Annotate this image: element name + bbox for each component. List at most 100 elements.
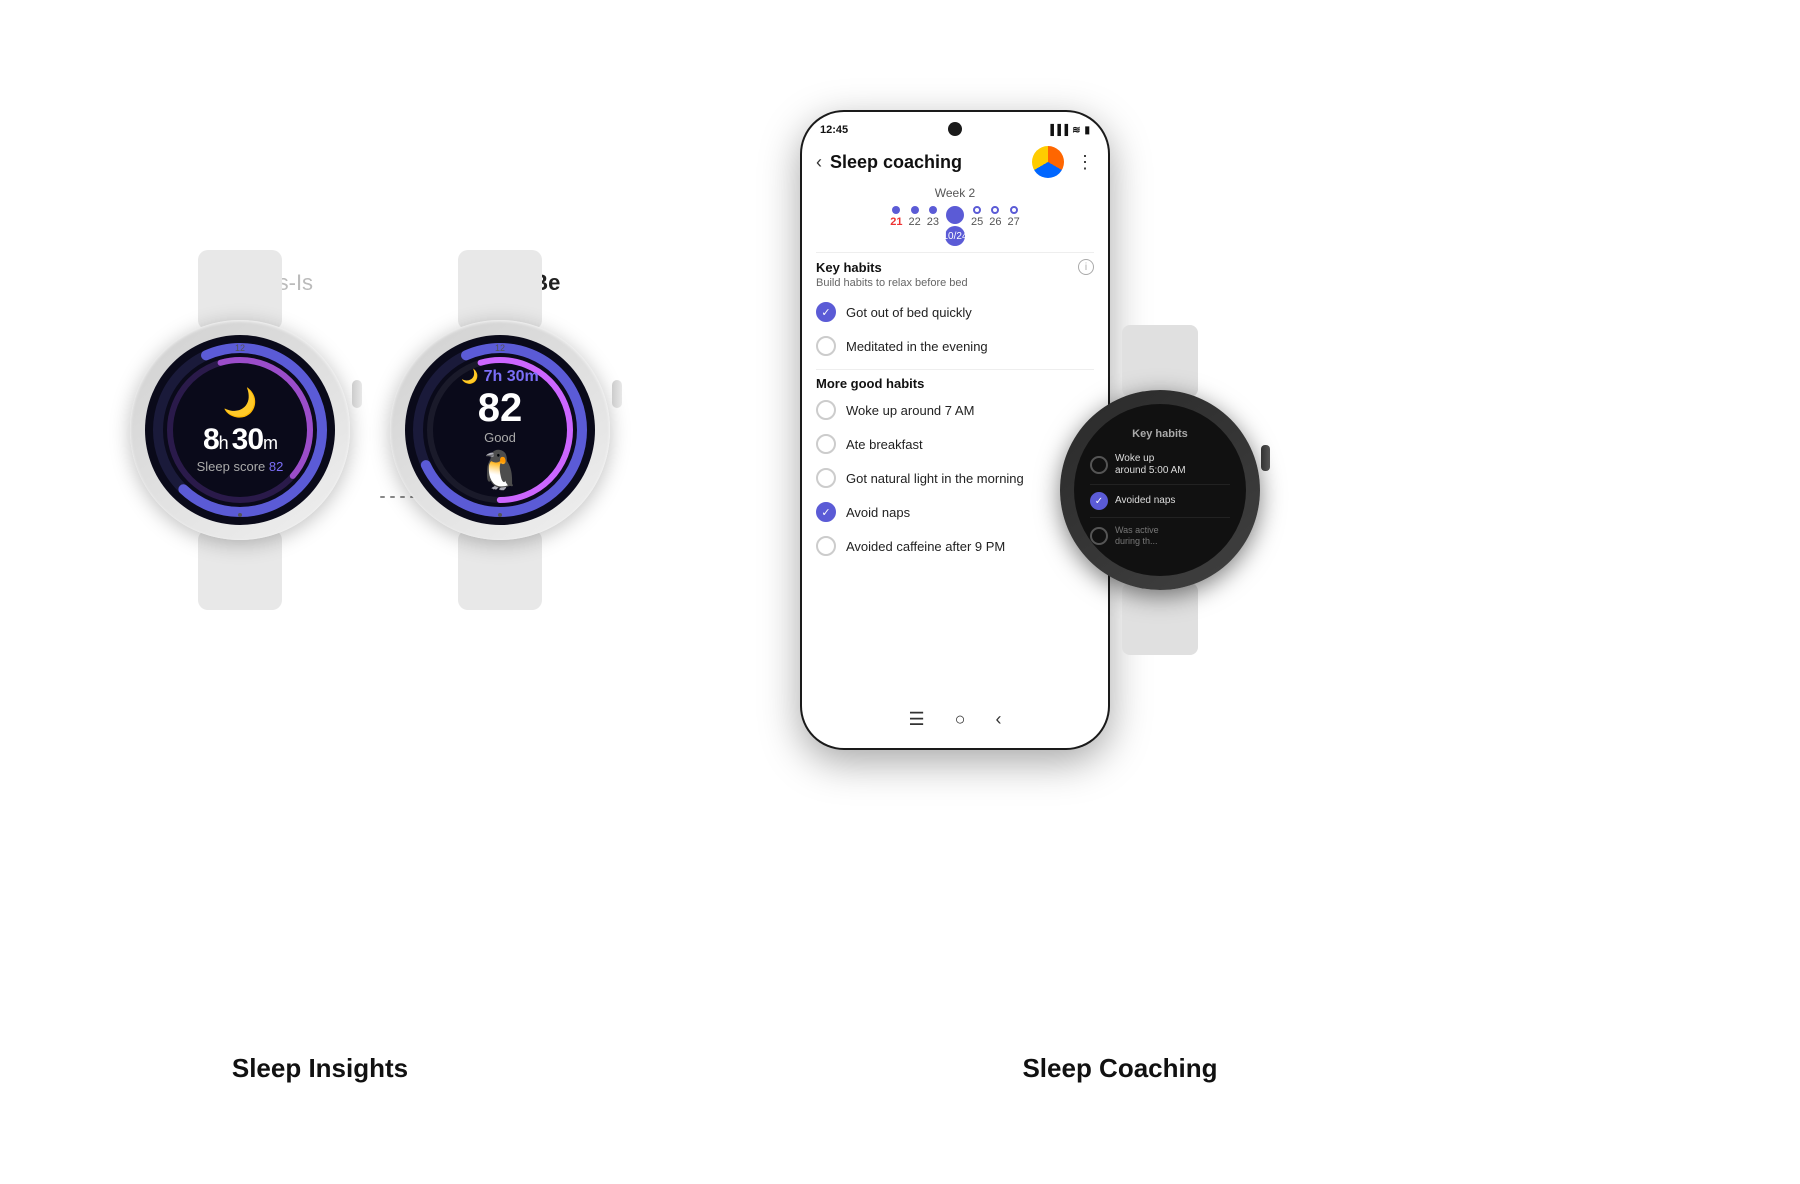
- watch-face-2: 12 🌙 7h 30m 82 Good 🐧: [405, 335, 595, 525]
- moon-icon: 🌙: [197, 386, 284, 419]
- strap-top: [198, 250, 282, 330]
- key-habits-sub: Build habits to relax before bed: [802, 277, 1108, 295]
- day-dot-selected: [946, 206, 964, 224]
- more-button[interactable]: ⋮: [1076, 152, 1094, 173]
- watch-dark-case: Key habits Woke uparound 5:00 AM ✓ Avoid…: [1060, 390, 1260, 590]
- habit-check-m1[interactable]: [816, 400, 836, 420]
- habit-text-m5: Avoided caffeine after 9 PM: [846, 539, 1005, 554]
- day-num-selected: 10/24: [945, 226, 965, 246]
- day-dot-empty: [1010, 206, 1018, 214]
- sleep-score: Sleep score 82: [197, 459, 284, 474]
- info-icon[interactable]: i: [1078, 259, 1094, 275]
- strap-bottom: [198, 530, 282, 610]
- dark-strap-bottom: [1122, 583, 1198, 655]
- wifi-icon: ≋: [1072, 125, 1080, 136]
- day-num: 23: [927, 216, 939, 228]
- habit-row: ✓ Got out of bed quickly: [802, 295, 1108, 329]
- watch-check-1: [1090, 456, 1108, 474]
- watch2-duration: 7h 30m: [484, 368, 539, 386]
- day-num: 21: [890, 216, 902, 228]
- divider-2: [816, 369, 1094, 370]
- score-value: 82: [269, 459, 283, 474]
- strap-bottom-2: [458, 530, 542, 610]
- key-habits-title: Key habits: [816, 260, 882, 275]
- sleep-time: 8h 30m: [197, 423, 284, 457]
- week-label: Week 2: [802, 186, 1108, 200]
- nav-menu-icon[interactable]: ☰: [908, 709, 924, 730]
- habit-check-m3[interactable]: [816, 468, 836, 488]
- day-dot: [892, 206, 900, 214]
- habit-text-m4: Avoid naps: [846, 505, 910, 520]
- twelve-mark-2: 12: [495, 343, 505, 353]
- day-22[interactable]: 22: [909, 206, 921, 246]
- penguin-icon: 🐧: [461, 449, 539, 493]
- habit-check-1[interactable]: ✓: [816, 302, 836, 322]
- twelve-mark: 12: [235, 343, 245, 353]
- watch-dark: Key habits Woke uparound 5:00 AM ✓ Avoid…: [1060, 390, 1260, 590]
- duration-row: 🌙 7h 30m: [461, 368, 539, 386]
- watch-face: 12 🌙 8h 30m Sleep score 82: [145, 335, 335, 525]
- watch-habit-3: Was activeduring th...: [1090, 520, 1230, 552]
- watch-divider: [1090, 484, 1230, 485]
- day-num: 22: [909, 216, 921, 228]
- week-dots: 21 22 23 10/24 25: [802, 206, 1108, 246]
- day-num: 26: [989, 216, 1001, 228]
- watch-asis: 12 🌙 8h 30m Sleep score 82: [130, 320, 350, 540]
- strap-top-2: [458, 250, 542, 330]
- habit-text-m2: Ate breakfast: [846, 437, 923, 452]
- day-24[interactable]: 10/24: [945, 206, 965, 246]
- watch-habit-text-3: Was activeduring th...: [1115, 525, 1159, 547]
- nav-back-icon[interactable]: ‹: [996, 709, 1002, 730]
- watch-check-3: [1090, 527, 1108, 545]
- habit-check-m4[interactable]: ✓: [816, 502, 836, 522]
- dark-strap-top: [1122, 325, 1198, 397]
- nav-bar: ☰ ○ ‹: [802, 703, 1108, 736]
- bottom-dot: [238, 513, 242, 517]
- phone-notch: [948, 122, 962, 136]
- day-dot: [929, 206, 937, 214]
- status-icons: ▐▐▐ ≋ ▮: [1047, 125, 1090, 136]
- watch-crown-2: [612, 380, 622, 408]
- phone-title: Sleep coaching: [830, 152, 1024, 173]
- habit-text-m3: Got natural light in the morning: [846, 471, 1024, 486]
- day-dot-empty: [973, 206, 981, 214]
- habit-check-m2[interactable]: [816, 434, 836, 454]
- bottom-dot-2: [498, 513, 502, 517]
- day-26[interactable]: 26: [989, 206, 1001, 246]
- habit-text-1: Got out of bed quickly: [846, 305, 972, 320]
- watch-habit-text-2: Avoided naps: [1115, 495, 1175, 507]
- signal-icon: ▐▐▐: [1047, 125, 1068, 136]
- moon-icon-2: 🌙: [461, 368, 478, 385]
- watch-check-2: ✓: [1090, 492, 1108, 510]
- app-logo: [1032, 146, 1064, 178]
- arrow-dot: [380, 496, 385, 498]
- watch-dark-face: Key habits Woke uparound 5:00 AM ✓ Avoid…: [1074, 404, 1246, 576]
- back-button[interactable]: ‹: [816, 152, 822, 173]
- day-21[interactable]: 21: [890, 206, 902, 246]
- watch2-score: 82: [461, 388, 539, 428]
- sleep-insights-label: Sleep Insights: [80, 1053, 560, 1084]
- phone-header: ‹ Sleep coaching ⋮: [802, 140, 1108, 186]
- status-time: 12:45: [820, 124, 848, 136]
- habit-row: Meditated in the evening: [802, 329, 1108, 363]
- day-27[interactable]: 27: [1008, 206, 1020, 246]
- habit-text-m1: Woke up around 7 AM: [846, 403, 974, 418]
- divider: [816, 252, 1094, 253]
- watch-habits-title: Key habits: [1090, 428, 1230, 440]
- battery-icon: ▮: [1084, 125, 1090, 136]
- day-23[interactable]: 23: [927, 206, 939, 246]
- day-dot-empty: [991, 206, 999, 214]
- sleep-coaching-label: Sleep Coaching: [780, 1053, 1460, 1084]
- watch-case-2: 12 🌙 7h 30m 82 Good 🐧: [390, 320, 610, 540]
- watch2-good: Good: [461, 430, 539, 445]
- habit-check-2[interactable]: [816, 336, 836, 356]
- habit-check-m5[interactable]: [816, 536, 836, 556]
- nav-home-icon[interactable]: ○: [955, 709, 966, 730]
- day-25[interactable]: 25: [971, 206, 983, 246]
- day-dot: [911, 206, 919, 214]
- watch-habit-text-1: Woke uparound 5:00 AM: [1115, 453, 1186, 477]
- watch-dark-crown: [1261, 445, 1270, 471]
- key-habits-header: Key habits i: [802, 259, 1108, 277]
- watch-crown: [352, 380, 362, 408]
- habit-text-2: Meditated in the evening: [846, 339, 988, 354]
